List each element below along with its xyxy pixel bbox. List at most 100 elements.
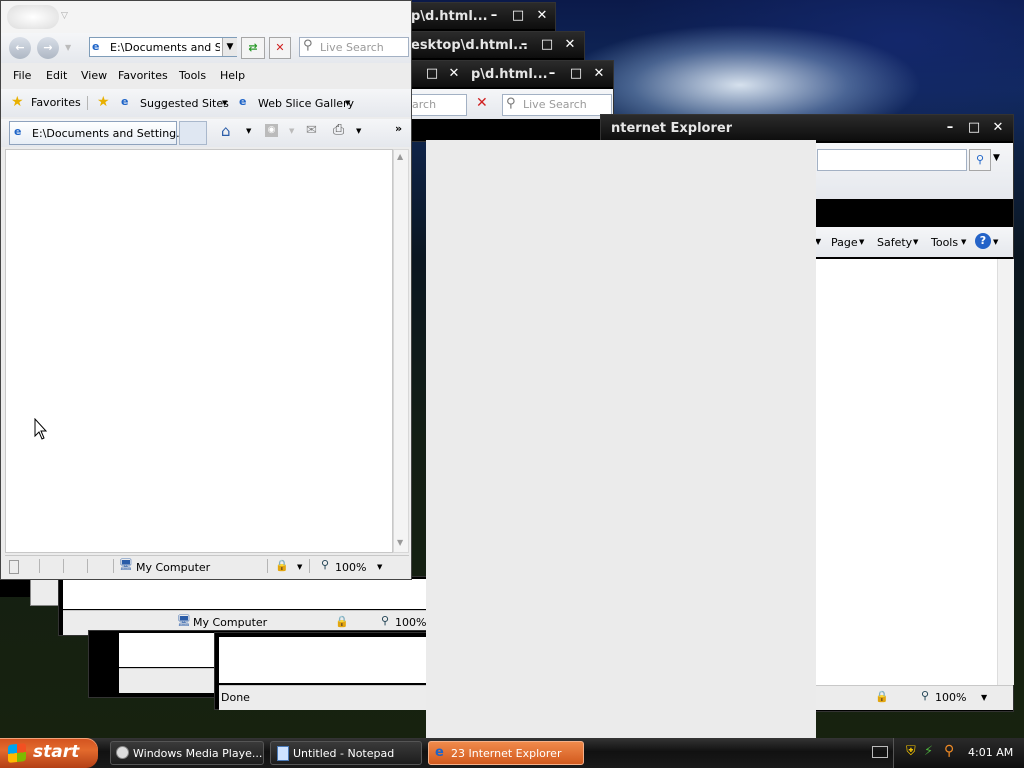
page-content[interactable] — [219, 637, 429, 683]
search-input[interactable] — [817, 149, 967, 171]
search-input-partial[interactable]: arch — [409, 94, 467, 116]
print-icon[interactable]: ⎙ — [333, 122, 344, 138]
taskbar-item-media-player[interactable]: Windows Media Playe... — [110, 741, 264, 765]
web-slice-gallery-link[interactable]: Web Slice Gallery — [258, 97, 354, 110]
taskbar-item-notepad[interactable]: Untitled - Notepad — [270, 741, 422, 765]
help-icon[interactable]: ? — [975, 233, 991, 249]
security-shield-icon[interactable]: ⛨ — [906, 744, 916, 759]
titlebar[interactable]: nternet Explorer – □ ✕ — [601, 115, 1013, 141]
chevron-down-icon[interactable]: ▼ — [222, 99, 227, 107]
refresh-icon[interactable]: ⇄ — [241, 37, 265, 59]
network-icon[interactable]: ⚡ — [924, 744, 933, 759]
favorites-star-icon: ★ — [11, 94, 24, 110]
minimize-icon[interactable]: – — [485, 8, 503, 24]
add-favorite-icon[interactable]: ★ — [97, 94, 110, 110]
search-icon[interactable]: ⚲ — [944, 743, 954, 759]
search-options-icon[interactable]: ▼ — [993, 153, 1000, 163]
maximize-icon[interactable]: □ — [567, 66, 585, 82]
close-icon[interactable]: ✕ — [445, 66, 463, 82]
chevron-down-icon[interactable]: ▼ — [981, 693, 987, 702]
menu-help[interactable]: Help — [220, 69, 245, 82]
ie-window-back-2[interactable]: esktop\d.html... – □ ✕ — [398, 31, 585, 61]
page-content[interactable] — [815, 259, 997, 685]
new-tab-button[interactable] — [179, 121, 207, 145]
taskbar-item-internet-explorer[interactable]: e 23 Internet Explorer — [428, 741, 584, 765]
address-dropdown-icon[interactable]: ▼ — [222, 38, 237, 56]
home-icon[interactable]: ⌂ — [221, 122, 231, 140]
page-content[interactable] — [63, 579, 429, 609]
search-input[interactable]: ⚲ Live Search — [299, 37, 409, 57]
minimize-icon[interactable]: – — [515, 37, 533, 53]
address-bar[interactable]: e E:\Documents and Set ▼ — [89, 37, 237, 57]
minimize-icon[interactable]: – — [941, 120, 959, 136]
titlebar[interactable]: ▽ — [1, 1, 411, 33]
suggested-sites-link[interactable]: Suggested Sites — [140, 97, 229, 110]
ie-window-back-1[interactable]: p\d.html... – □ ✕ — [398, 2, 556, 32]
maximize-icon[interactable]: □ — [538, 37, 556, 53]
minimize-icon[interactable]: – — [543, 66, 561, 82]
maximize-icon[interactable]: □ — [965, 120, 983, 136]
vertical-scrollbar[interactable]: ▲ ▼ — [393, 149, 409, 553]
ie-window-back-3[interactable]: □ ✕ p\d.html... – □ ✕ arch ✕ ⚲ Live Sear… — [398, 60, 614, 142]
zoom-level[interactable]: 100% — [935, 691, 966, 704]
search-button[interactable]: ⚲ — [969, 149, 991, 171]
titlebar[interactable]: □ ✕ p\d.html... – □ ✕ — [399, 61, 613, 87]
tab-active[interactable]: e E:\Documents and Setting... — [9, 121, 187, 145]
computer-icon: 🖥 — [119, 558, 133, 571]
safety-menu[interactable]: Safety — [877, 236, 912, 249]
page-content[interactable] — [119, 633, 215, 667]
chevron-down-icon[interactable]: ▼ — [246, 127, 251, 135]
titlebar[interactable]: esktop\d.html... – □ ✕ — [399, 32, 584, 58]
chevron-down-icon[interactable]: ▼ — [297, 563, 302, 571]
divider — [63, 559, 64, 573]
tools-menu[interactable]: Tools — [931, 236, 958, 249]
scroll-up-icon[interactable]: ▲ — [397, 152, 403, 161]
zoom-level[interactable]: 100% — [335, 561, 366, 574]
stop-icon[interactable]: ✕ — [269, 37, 291, 59]
favorites-button[interactable]: Favorites — [31, 96, 81, 109]
zoom-level[interactable]: 100% — [395, 616, 426, 629]
close-icon[interactable]: ✕ — [533, 8, 551, 24]
clock[interactable]: 4:01 AM — [968, 746, 1013, 759]
keyboard-icon[interactable] — [872, 746, 888, 758]
menu-edit[interactable]: Edit — [46, 69, 67, 82]
protected-mode-icon[interactable]: 🔒 — [875, 690, 889, 703]
page-content[interactable] — [5, 149, 393, 553]
more-tools-icon[interactable]: » — [395, 122, 402, 135]
forward-icon[interactable]: → — [37, 37, 59, 59]
menu-file[interactable]: File — [13, 69, 31, 82]
menu-tools[interactable]: Tools — [179, 69, 206, 82]
zoom-dropdown-icon[interactable]: ▼ — [377, 563, 382, 571]
stop-icon[interactable]: ✕ — [476, 95, 488, 111]
ie-window-back-7[interactable]: Done — [214, 632, 430, 710]
menu-favorites[interactable]: Favorites — [118, 69, 168, 82]
search-input[interactable]: ⚲ Live Search — [502, 94, 612, 116]
chevron-down-icon[interactable]: ▼ — [345, 99, 350, 107]
protected-mode-icon[interactable]: 🔒 — [275, 559, 289, 572]
protected-mode-icon[interactable]: 🔒 — [335, 615, 349, 628]
titlebar[interactable]: p\d.html... – □ ✕ — [399, 3, 555, 29]
divider — [267, 559, 268, 573]
computer-icon: 🖥 — [177, 614, 191, 627]
maximize-icon[interactable]: □ — [509, 8, 527, 24]
mail-icon[interactable]: ✉ — [306, 123, 317, 138]
chevron-down-icon[interactable]: ▼ — [356, 127, 361, 135]
close-icon[interactable]: ✕ — [590, 66, 608, 82]
scroll-down-icon[interactable]: ▼ — [397, 538, 403, 547]
ie-window-front[interactable]: ▽ ← → ▼ e E:\Documents and Set ▼ ⇄ ✕ ⚲ L… — [0, 0, 412, 580]
chevron-down-icon: ▼ — [913, 238, 919, 246]
maximize-icon[interactable]: □ — [423, 66, 441, 82]
ie-window-back-5[interactable]: 🖥 My Computer 🔒 ⚲ 100% — [58, 576, 430, 636]
feeds-icon[interactable]: ◉ — [265, 124, 278, 137]
chevron-down-icon[interactable]: ▼ — [65, 43, 71, 52]
menu-view[interactable]: View — [81, 69, 107, 82]
close-icon[interactable]: ✕ — [989, 120, 1007, 136]
close-icon[interactable]: ✕ — [561, 37, 579, 53]
ie-icon: e — [239, 95, 247, 108]
start-label: start — [33, 742, 80, 762]
back-icon[interactable]: ← — [9, 37, 31, 59]
vertical-scrollbar[interactable] — [997, 259, 1014, 685]
page-menu[interactable]: Page — [831, 236, 858, 249]
start-button[interactable]: start — [0, 738, 98, 768]
window-title: p\d.html... — [471, 67, 548, 82]
